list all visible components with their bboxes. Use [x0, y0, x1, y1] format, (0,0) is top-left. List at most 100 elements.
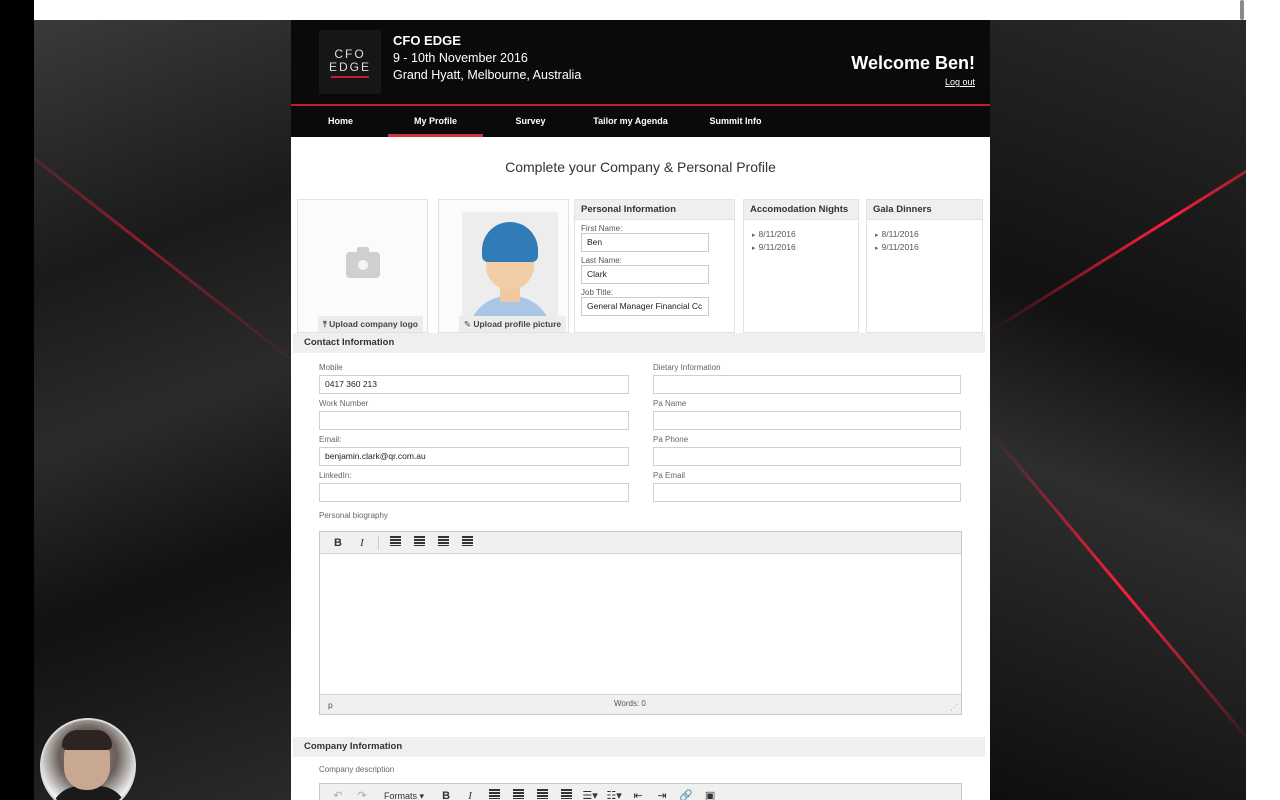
scrollbar[interactable]: [1240, 0, 1244, 20]
align-center-icon: [413, 535, 425, 546]
chevron-down-icon: ▾: [419, 790, 425, 800]
profile-summary-row: ⤒ Upload company logo ✎ Upload profile p…: [297, 191, 983, 333]
job-title-label: Job Title:: [581, 288, 614, 297]
email-label: Email:: [319, 435, 342, 444]
outdent-button[interactable]: ⇤: [626, 787, 650, 800]
avatar: [462, 212, 558, 320]
background-beam: [990, 430, 1246, 755]
align-right-icon: [536, 789, 548, 799]
webcam-hair: [62, 730, 112, 750]
pa-email-field[interactable]: [653, 483, 961, 502]
bio-text-area[interactable]: [320, 554, 961, 694]
personal-information-title: Personal Information: [575, 200, 734, 220]
linkedin-field[interactable]: [319, 483, 629, 502]
bio-editor-toolbar: B I: [320, 532, 961, 554]
upload-company-logo-label: Upload company logo: [329, 319, 418, 329]
bold-button[interactable]: B: [434, 787, 458, 800]
dietary-field[interactable]: [653, 375, 961, 394]
justify-button[interactable]: [455, 534, 479, 552]
align-left-button[interactable]: [482, 787, 506, 800]
accommodation-nights-panel: Accomodation Nights 8/11/2016 9/11/2016: [743, 199, 859, 333]
nav-summit-info[interactable]: Summit Info: [683, 106, 788, 137]
work-number-field[interactable]: [319, 411, 629, 430]
company-description-label: Company description: [319, 765, 395, 774]
upload-company-logo-button[interactable]: ⤒ Upload company logo: [318, 316, 423, 332]
nav-survey[interactable]: Survey: [483, 106, 578, 137]
logout-link[interactable]: Log out: [945, 77, 975, 87]
align-right-button[interactable]: [530, 787, 554, 800]
profile-picture-panel: ✎ Upload profile picture: [438, 199, 569, 333]
bio-editor-statusbar: p Words: 0 ⋰: [320, 694, 961, 714]
profile-page: CFO EDGE CFO EDGE 9 - 10th November 2016…: [291, 20, 990, 800]
mobile-field[interactable]: 0417 360 213: [319, 375, 629, 394]
pa-phone-label: Pa Phone: [653, 435, 689, 444]
element-path: p: [328, 700, 333, 710]
accommodation-date: 8/11/2016: [744, 229, 858, 239]
align-left-button[interactable]: [383, 534, 407, 552]
pa-email-group: Pa Email: [653, 471, 961, 502]
email-field[interactable]: benjamin.clark@qr.com.au: [319, 447, 629, 466]
first-name-field[interactable]: Ben: [581, 233, 709, 252]
image-icon: ▣: [704, 790, 716, 800]
job-title-field[interactable]: General Manager Financial Cc: [581, 297, 709, 316]
align-right-icon: [437, 535, 449, 546]
personal-biography-editor: B I p Words: 0 ⋰: [319, 531, 962, 715]
bullet-list-icon: ☰▾: [582, 790, 598, 800]
last-name-label: Last Name:: [581, 256, 622, 265]
background-beam: [34, 110, 291, 372]
redo-icon[interactable]: ↷: [350, 787, 374, 800]
align-center-button[interactable]: [407, 534, 431, 552]
avatar-hair: [482, 222, 538, 262]
background-right: [990, 20, 1246, 800]
contact-information-title: Contact Information: [293, 333, 985, 353]
personal-information-panel: Personal Information First Name: Ben Las…: [574, 199, 735, 333]
site-header: CFO EDGE CFO EDGE 9 - 10th November 2016…: [291, 20, 990, 106]
pa-name-label: Pa Name: [653, 399, 687, 408]
toolbar-divider: [378, 535, 379, 550]
mobile-label: Mobile: [319, 363, 343, 372]
upload-profile-picture-label: Upload profile picture: [473, 319, 562, 329]
undo-icon[interactable]: ↶: [326, 787, 350, 800]
gala-dinner-date: 9/11/2016: [867, 242, 982, 252]
camera-icon: [346, 247, 380, 278]
pa-name-field[interactable]: [653, 411, 961, 430]
numbered-list-button[interactable]: ☷▾: [602, 787, 626, 800]
cfo-edge-logo: CFO EDGE: [319, 30, 381, 94]
dietary-group: Dietary Information: [653, 363, 961, 394]
company-description-group: Company description: [319, 765, 394, 774]
nav-tailor-my-agenda[interactable]: Tailor my Agenda: [578, 106, 683, 137]
screen-edge-left: [0, 0, 34, 800]
formats-label: Formats: [384, 790, 418, 800]
nav-home[interactable]: Home: [293, 106, 388, 137]
align-right-button[interactable]: [431, 534, 455, 552]
upload-profile-picture-button[interactable]: ✎ Upload profile picture: [459, 316, 566, 332]
italic-button[interactable]: I: [350, 534, 374, 552]
outdent-icon: ⇤: [633, 790, 643, 800]
align-center-icon: [512, 789, 524, 799]
justify-icon: [560, 789, 572, 799]
nav-my-profile[interactable]: My Profile: [388, 106, 483, 137]
first-name-label: First Name:: [581, 224, 623, 233]
profile-content: Complete your Company & Personal Profile…: [291, 159, 990, 800]
last-name-field[interactable]: Clark: [581, 265, 709, 284]
link-button[interactable]: 🔗: [674, 787, 698, 800]
company-editor-toolbar: ↶ ↷ Formats ▾ B I ☰▾ ☷▾ ⇤ ⇥ 🔗 ▣: [320, 784, 961, 800]
page-title: Complete your Company & Personal Profile: [505, 159, 776, 175]
formats-dropdown[interactable]: Formats ▾: [374, 791, 434, 800]
pa-phone-field[interactable]: [653, 447, 961, 466]
image-button[interactable]: ▣: [698, 787, 722, 800]
indent-button[interactable]: ⇥: [650, 787, 674, 800]
accommodation-nights-title: Accomodation Nights: [744, 200, 858, 220]
bullet-list-button[interactable]: ☰▾: [578, 787, 602, 800]
event-date: 9 - 10th November 2016: [393, 51, 528, 65]
event-details: CFO EDGE 9 - 10th November 2016 Grand Hy…: [393, 33, 581, 82]
bold-button[interactable]: B: [326, 534, 350, 552]
personal-biography-label: Personal biography: [319, 511, 388, 520]
work-number-group: Work Number: [319, 399, 629, 430]
justify-button[interactable]: [554, 787, 578, 800]
align-center-button[interactable]: [506, 787, 530, 800]
resize-handle-icon[interactable]: ⋰: [950, 703, 958, 712]
event-venue: Grand Hyatt, Melbourne, Australia: [393, 68, 582, 82]
linkedin-group: LinkedIn:: [319, 471, 629, 502]
italic-button[interactable]: I: [458, 787, 482, 800]
